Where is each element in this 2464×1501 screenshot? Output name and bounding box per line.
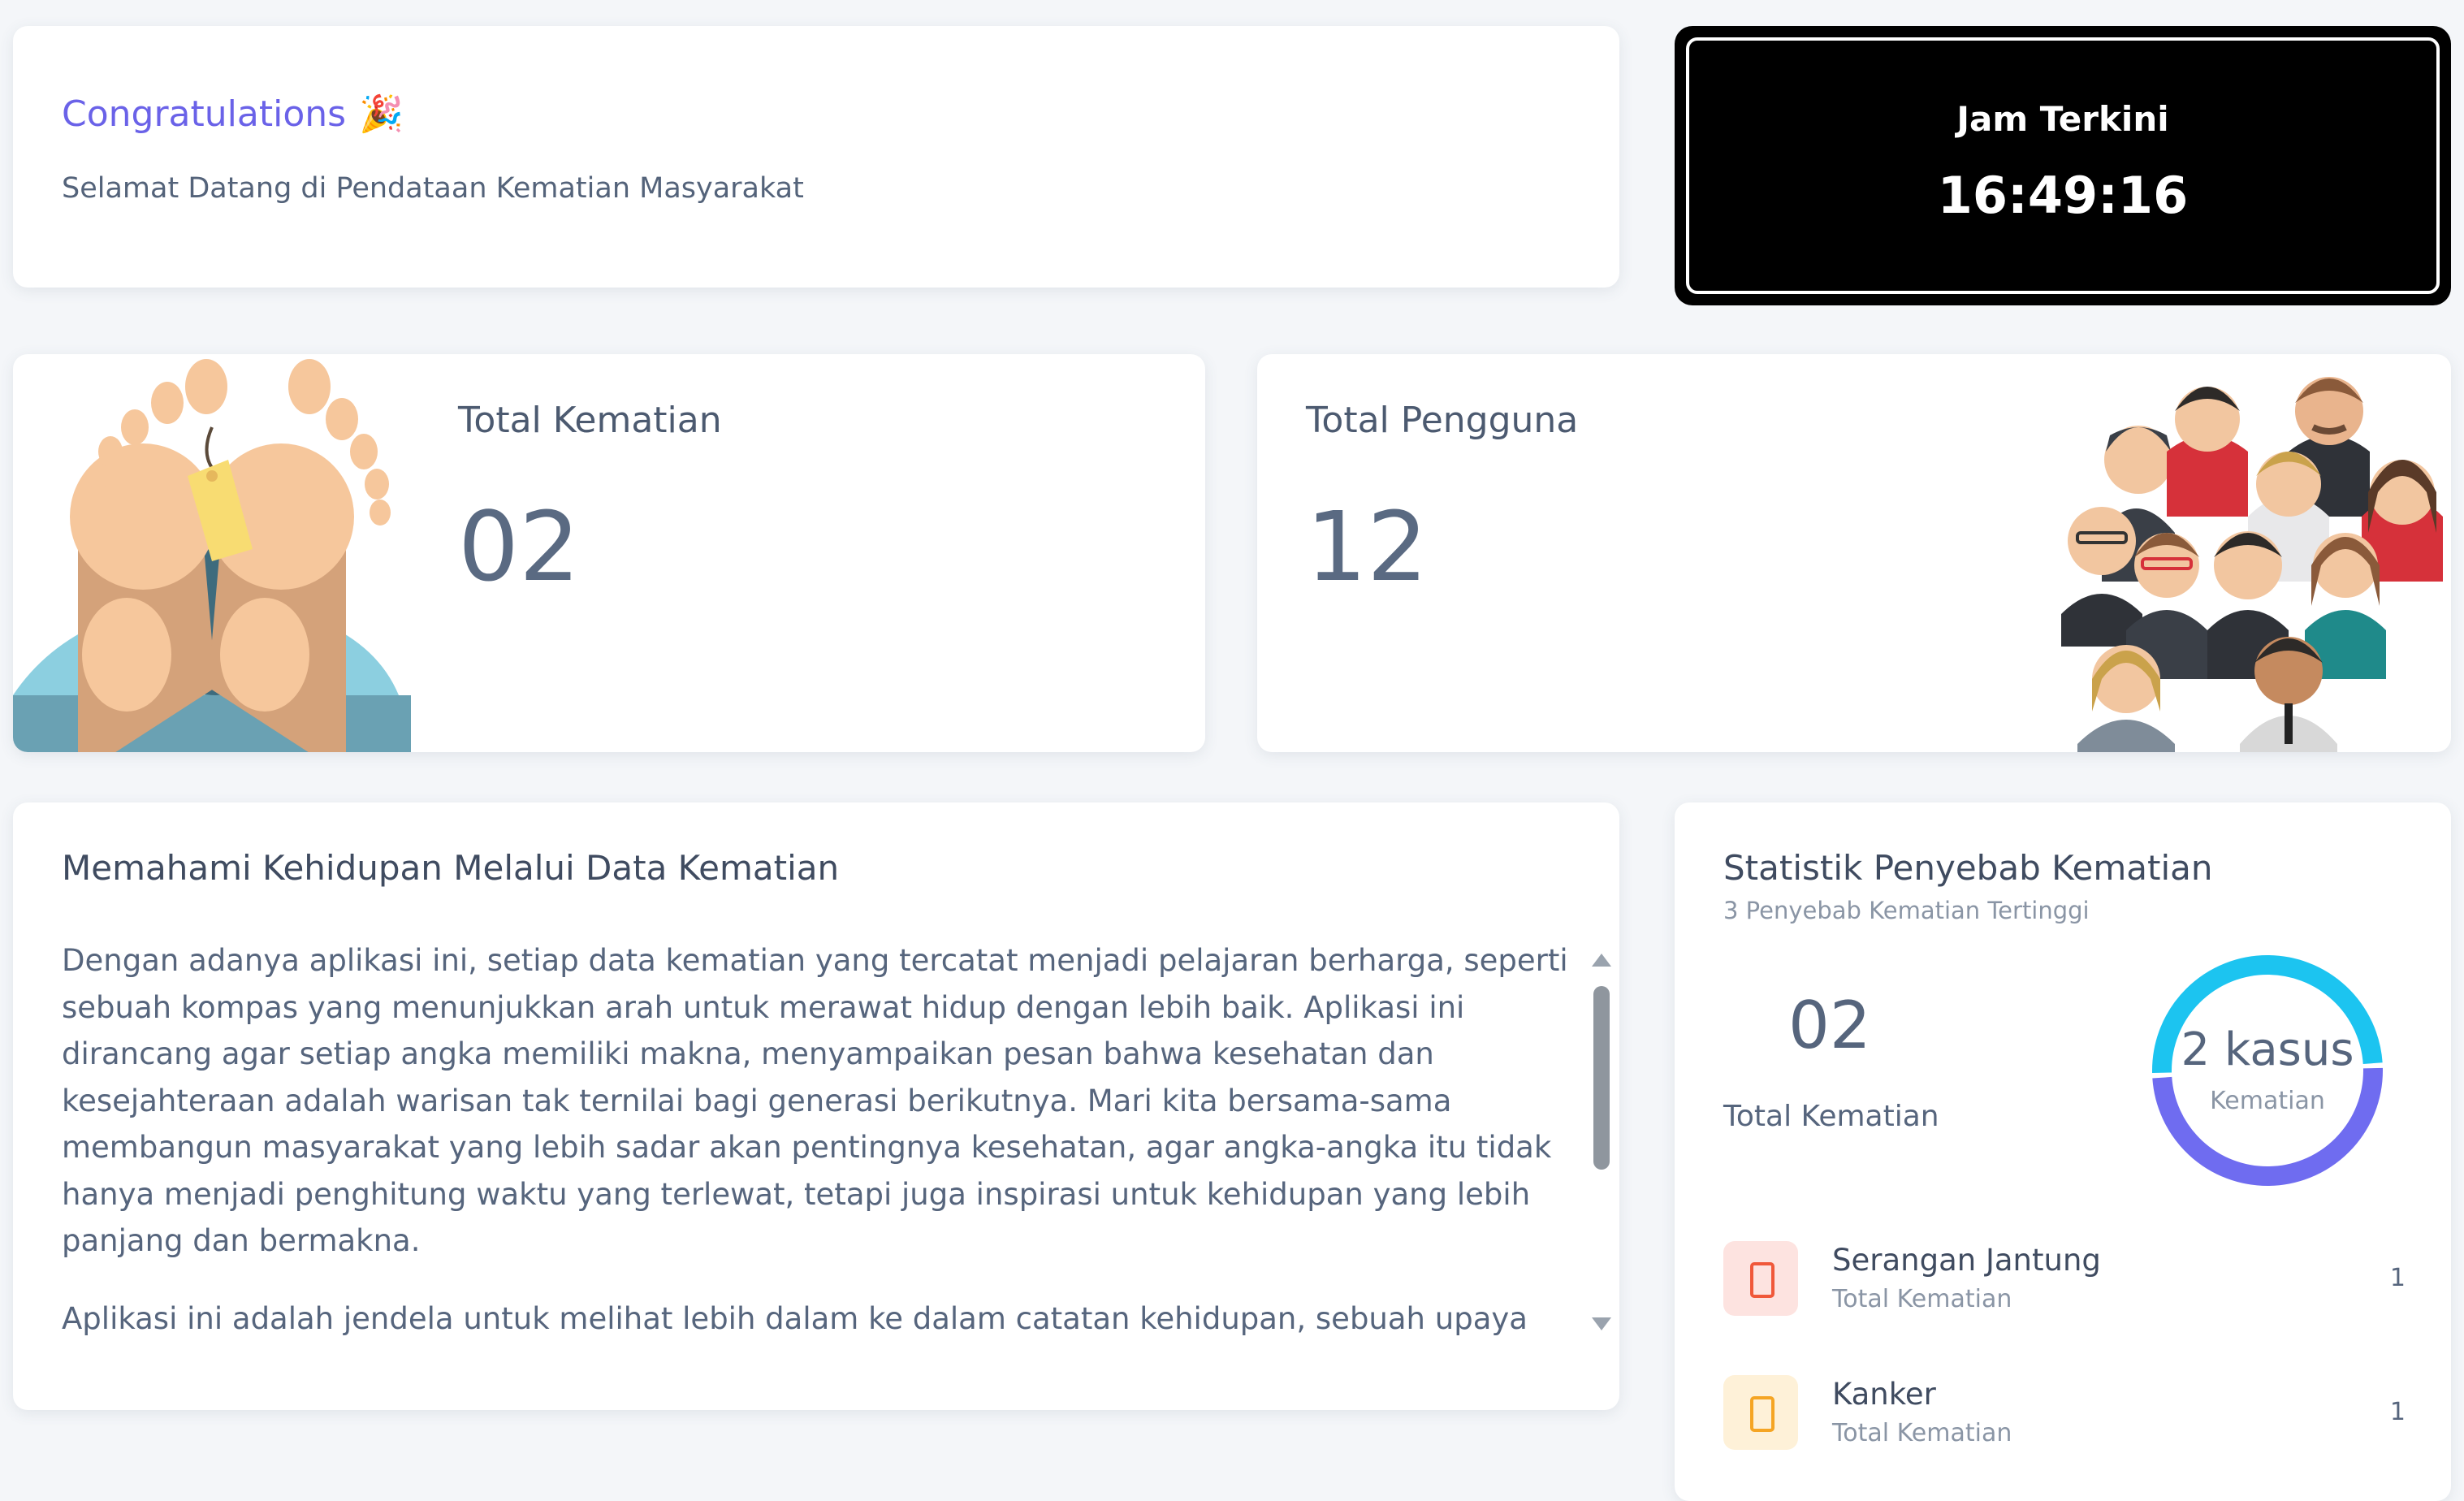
- total-users-card: Total Pengguna 12: [1257, 354, 2451, 752]
- cause-sub: Total Kematian: [1832, 1285, 2012, 1313]
- clock-time: 16:49:16: [1937, 166, 2189, 225]
- cause-item[interactable]: Kanker Total Kematian 1: [1723, 1375, 2406, 1456]
- causes-total-value: 02: [1788, 988, 1871, 1063]
- phone-icon: [1723, 1241, 1798, 1316]
- welcome-title: Congratulations 🎉: [62, 93, 404, 135]
- causes-total-label: Total Kematian: [1723, 1100, 1939, 1133]
- total-deaths-label: Total Kematian: [458, 400, 722, 441]
- clock-card: Jam Terkini 16:49:16: [1675, 26, 2451, 305]
- cause-name: Serangan Jantung: [1832, 1243, 2101, 1278]
- article-heading: Memahami Kehidupan Melalui Data Kematian: [62, 848, 840, 888]
- welcome-subtitle: Selamat Datang di Pendataan Kematian Mas…: [62, 172, 804, 205]
- feet-toe-tag-illustration: [13, 359, 411, 752]
- article-card: Memahami Kehidupan Melalui Data Kematian…: [13, 802, 1619, 1410]
- deaths-donut-chart: 2 kasus Kematian: [2146, 949, 2389, 1192]
- causes-heading: Statistik Penyebab Kematian: [1723, 848, 2213, 888]
- article-paragraph-1: Dengan adanya aplikasi ini, setiap data …: [62, 943, 1568, 1258]
- death-causes-card: Statistik Penyebab Kematian 3 Penyebab K…: [1675, 802, 2451, 1501]
- scroll-down-arrow-icon[interactable]: [1592, 1317, 1611, 1330]
- total-deaths-card: Total Kematian 02: [13, 354, 1205, 752]
- cause-name: Kanker: [1832, 1377, 1936, 1412]
- donut-center-value: 2 kasus: [2181, 1023, 2354, 1076]
- article-paragraph-2: Aplikasi ini adalah jendela untuk meliha…: [62, 1300, 1528, 1336]
- cause-count: 1: [2389, 1398, 2406, 1426]
- welcome-title-text: Congratulations: [62, 93, 347, 135]
- phone-icon: [1723, 1375, 1798, 1450]
- scrollbar-thumb[interactable]: [1593, 986, 1610, 1170]
- people-group-illustration: [2061, 377, 2443, 752]
- cause-count: 1: [2389, 1264, 2406, 1292]
- total-users-label: Total Pengguna: [1306, 400, 1579, 441]
- total-deaths-value: 02: [458, 491, 581, 603]
- causes-subheading: 3 Penyebab Kematian Tertinggi: [1723, 897, 2090, 924]
- donut-center-label: Kematian: [2210, 1087, 2325, 1115]
- total-users-value: 12: [1306, 491, 1429, 603]
- cause-item[interactable]: Serangan Jantung Total Kematian 1: [1723, 1241, 2406, 1322]
- scroll-up-arrow-icon[interactable]: [1592, 954, 1611, 967]
- party-popper-icon: 🎉: [359, 93, 404, 135]
- cause-sub: Total Kematian: [1832, 1419, 2012, 1447]
- clock-label: Jam Terkini: [1956, 99, 2169, 139]
- article-body[interactable]: Dengan adanya aplikasi ini, setiap data …: [62, 937, 1572, 1343]
- welcome-card: Congratulations 🎉 Selamat Datang di Penda…: [13, 26, 1619, 288]
